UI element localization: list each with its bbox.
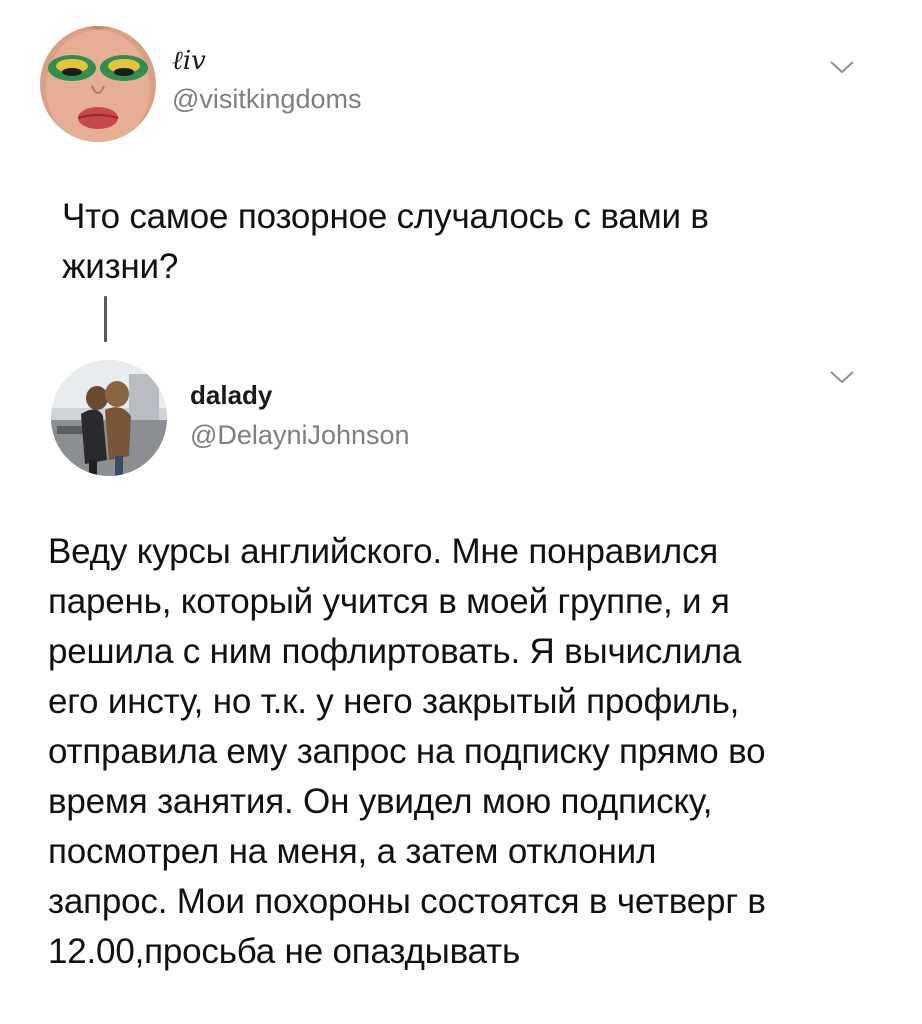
tweet-text-line: Веду курсы английского. Мне понравился	[48, 532, 719, 571]
tweet-1-text: Что самое позорное случалось с вами в жи…	[62, 192, 709, 292]
tweet-text-line: жизни?	[62, 247, 179, 286]
tweet-text-line: запрос. Мои похороны состоятся в четверг…	[48, 882, 766, 921]
tweet-text-line: посмотрел на меня, а затем отклонил	[48, 832, 657, 871]
avatar-glam-makeup-face-icon	[40, 26, 156, 142]
user-handle[interactable]: @visitkingdoms	[172, 84, 361, 115]
display-name[interactable]: dalady	[190, 380, 272, 411]
tweet-text-line: Что самое позорное случалось с вами в	[62, 197, 709, 236]
chevron-down-icon[interactable]	[829, 368, 855, 386]
avatar-two-people-photo-icon	[51, 360, 167, 476]
tweet-text-line: парень, который учится в моей группе, и …	[48, 582, 730, 621]
tweet-2-header: dalady @DelayniJohnson	[0, 358, 922, 498]
user-handle[interactable]: @DelayniJohnson	[190, 420, 410, 451]
thread-connector-line	[104, 296, 107, 342]
tweet-text-line: решила с ним пофлиртовать. Я вычислила	[48, 632, 742, 671]
tweet-text-line: его инсту, но т.к. у него закрытый профи…	[48, 682, 740, 721]
tweet-2-text: Веду курсы английского. Мне понравился п…	[48, 527, 766, 977]
avatar[interactable]	[51, 360, 167, 476]
avatar[interactable]	[40, 26, 156, 142]
tweet-text-line: 12.00,просьба не опаздывать	[48, 932, 520, 971]
tweet-text-line: время занятия. Он увидел мою подписку,	[48, 782, 713, 821]
tweet-text-line: отправила ему запрос на подписку прямо в…	[48, 732, 766, 771]
display-name[interactable]: ℓiv	[172, 46, 206, 76]
tweet-1-header: ℓiv @visitkingdoms	[0, 20, 922, 160]
chevron-down-icon[interactable]	[829, 58, 855, 76]
